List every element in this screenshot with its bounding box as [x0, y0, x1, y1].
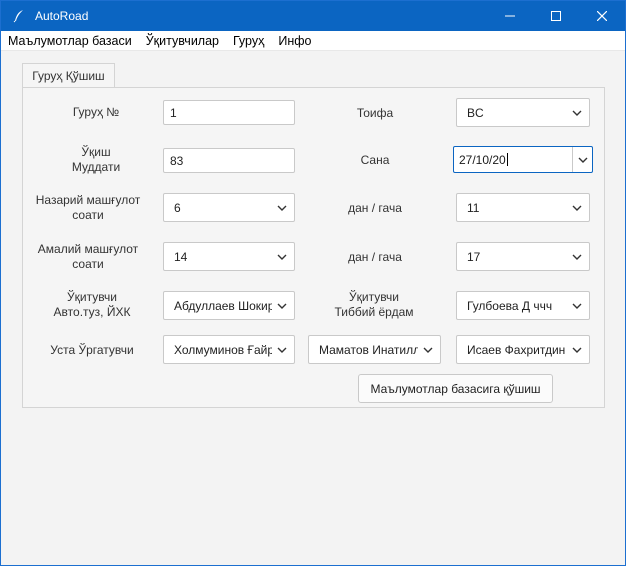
master-select-3[interactable]: Исаев Фахритдин	[456, 335, 590, 364]
text-caret	[506, 153, 508, 166]
teacher-auto-label-line1: Ўқитувчи	[67, 290, 117, 304]
practice-range-select[interactable]: 17	[456, 242, 590, 271]
tab-add-group[interactable]: Гуруҳ Қўшиш	[22, 63, 115, 88]
practice-hours-value: 14	[174, 249, 188, 264]
maximize-button[interactable]	[533, 1, 579, 31]
theory-range-value: 11	[467, 200, 480, 215]
chevron-down-icon	[572, 254, 582, 260]
practice-range-label: дан / гача	[348, 249, 402, 264]
theory-range-select[interactable]: 11	[456, 193, 590, 222]
chevron-down-icon	[277, 303, 287, 309]
chevron-down-icon	[572, 347, 582, 353]
theory-label: Назарий машғулот соати	[29, 192, 147, 224]
theory-label-line2: соати	[72, 208, 104, 222]
menu-group[interactable]: Гуруҳ	[226, 31, 271, 51]
theory-hours-value: 6	[174, 200, 181, 215]
master-select-1[interactable]: Холмуминов Ғайрат	[163, 335, 295, 364]
group-no-input[interactable]: 1	[163, 100, 295, 125]
chevron-down-icon	[572, 110, 582, 116]
category-select[interactable]: BC	[456, 98, 590, 127]
menu-teachers[interactable]: Ўқитувчилар	[139, 31, 226, 51]
minimize-button[interactable]	[487, 1, 533, 31]
chevron-down-icon	[277, 205, 287, 211]
chevron-down-icon	[423, 347, 433, 353]
practice-label-line2: соати	[72, 257, 104, 271]
add-to-database-button[interactable]: Маълумотлар базасига қўшиш	[358, 374, 553, 403]
category-label: Тоифа	[356, 105, 394, 120]
chevron-down-icon	[572, 303, 582, 309]
master-value-3: Исаев Фахритдин	[467, 342, 566, 357]
app-window: AutoRoad Маълумотлар базаси Ўқитувчилар …	[0, 0, 626, 566]
menu-database[interactable]: Маълумотлар базаси	[1, 31, 139, 51]
date-value[interactable]: 27/10/20	[459, 153, 506, 167]
title-bar: AutoRoad	[1, 1, 625, 31]
master-select-2[interactable]: Маматов Инатилло	[308, 335, 441, 364]
chevron-down-icon	[572, 205, 582, 211]
duration-label: Ўқиш Муддати	[41, 144, 151, 176]
feather-icon	[11, 8, 27, 24]
teacher-med-select[interactable]: Гулбоева Д ччч	[456, 291, 590, 320]
date-picker[interactable]: 27/10/20	[453, 146, 593, 173]
menu-bar: Маълумотлар базаси Ўқитувчилар Гуруҳ Инф…	[1, 31, 625, 51]
duration-label-line2: Муддати	[71, 160, 121, 174]
duration-label-line1: Ўқиш	[81, 145, 111, 159]
teacher-med-label: Ўқитувчи Тиббий ёрдам	[319, 289, 429, 321]
theory-label-line1: Назарий машғулот	[35, 193, 141, 207]
group-no-label: Гуруҳ №	[72, 104, 120, 119]
teacher-auto-label: Ўқитувчи Авто.туз, ЙХК	[37, 289, 147, 321]
practice-range-value: 17	[467, 249, 481, 264]
teacher-med-value: Гулбоева Д ччч	[467, 298, 553, 313]
close-button[interactable]	[579, 1, 625, 31]
master-value-2: Маматов Инатилло	[319, 342, 418, 357]
master-label: Уста Ўргатувчи	[50, 342, 134, 357]
chevron-down-icon	[277, 254, 287, 260]
teacher-auto-value: Абдуллаев Шокир	[174, 298, 272, 313]
chevron-down-icon	[277, 347, 287, 353]
teacher-auto-select[interactable]: Абдуллаев Шокир	[163, 291, 295, 320]
chevron-down-icon	[578, 157, 587, 163]
teacher-med-label-line2: Тиббий ёрдам	[334, 305, 414, 319]
menu-info[interactable]: Инфо	[271, 31, 318, 51]
practice-label-line1: Амалий машғулот	[37, 242, 139, 256]
date-dropdown-button[interactable]	[572, 147, 592, 172]
date-label: Сана	[360, 152, 390, 167]
teacher-auto-label-line2: Авто.туз, ЙХК	[53, 305, 131, 319]
window-title: AutoRoad	[35, 9, 89, 23]
practice-hours-select[interactable]: 14	[163, 242, 295, 271]
teacher-med-label-line1: Ўқитувчи	[349, 290, 399, 304]
theory-hours-select[interactable]: 6	[163, 193, 295, 222]
master-value-1: Холмуминов Ғайрат	[174, 342, 272, 357]
practice-label: Амалий машғулот соати	[29, 241, 147, 273]
theory-range-label: дан / гача	[348, 200, 402, 215]
duration-input[interactable]: 83	[163, 148, 295, 173]
category-value: BC	[467, 105, 484, 120]
